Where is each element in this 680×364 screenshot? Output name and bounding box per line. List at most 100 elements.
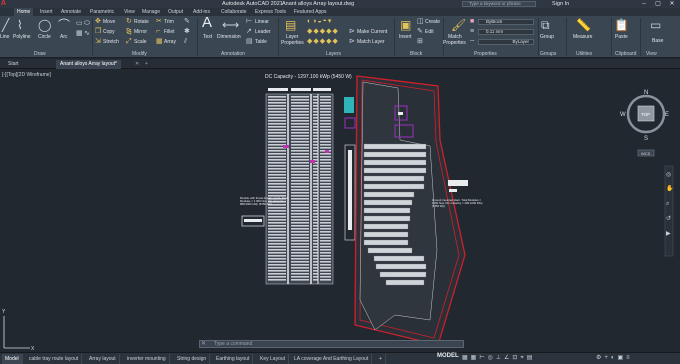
inverter-marker xyxy=(283,145,289,148)
panel-row xyxy=(320,225,331,227)
panel-row xyxy=(320,162,331,164)
panel-row xyxy=(268,228,286,230)
model-space-status[interactable]: MODEL xyxy=(437,353,459,359)
panel-row xyxy=(313,204,318,206)
panel-row xyxy=(291,213,309,215)
panel-row xyxy=(313,231,318,233)
panel-row xyxy=(268,180,286,182)
layout-tab-cable-tray[interactable]: cable tray route layout xyxy=(26,354,83,364)
panel-row xyxy=(291,180,309,182)
viewcube[interactable]: TOP N S E W WCS xyxy=(620,90,669,157)
layout-tab-model[interactable]: Model xyxy=(2,354,23,364)
viewcube-south[interactable]: S xyxy=(644,136,648,142)
panel-row xyxy=(291,186,309,188)
panel-row xyxy=(363,239,409,246)
panel-row xyxy=(291,150,309,152)
panel-row xyxy=(291,243,309,245)
left-note[interactable]: Module with threat details, stand. Total… xyxy=(240,197,288,207)
panel-row xyxy=(291,114,309,116)
panel-row xyxy=(291,123,309,125)
viewcube-east[interactable]: E xyxy=(665,112,669,118)
panel-row xyxy=(268,168,286,170)
layout-tab-inverter[interactable]: inverter mounting xyxy=(124,354,170,364)
layout-tab-key[interactable]: Key Layout xyxy=(257,354,290,364)
panel-row xyxy=(363,183,425,190)
panel-row xyxy=(313,111,318,113)
orbit-icon[interactable]: ↺ xyxy=(666,215,671,222)
narrow-column-fill xyxy=(348,150,352,230)
panel-row xyxy=(313,240,318,242)
panel-row xyxy=(363,207,411,214)
panel-row xyxy=(320,165,331,167)
panel-row xyxy=(320,228,331,230)
capacity-title[interactable]: DC Capacity - 1297.100 kWp (5450 W) xyxy=(265,74,352,80)
panel-row xyxy=(291,198,309,200)
panel-row xyxy=(291,237,309,239)
panel-row xyxy=(268,162,286,164)
layout-tab-earthing[interactable]: Earthing layout xyxy=(213,354,254,364)
layout-tab-la-coverage[interactable]: LA coverage And Earthing Layout xyxy=(291,354,373,364)
panel-row xyxy=(320,96,331,98)
panel-row xyxy=(363,159,427,166)
panel-row xyxy=(313,264,318,266)
panel-row xyxy=(268,246,286,248)
left-array-header-2 xyxy=(291,88,311,91)
panel-row xyxy=(268,114,286,116)
panel-row xyxy=(320,273,331,275)
command-input[interactable]: Type a command xyxy=(214,341,252,347)
panel-row xyxy=(268,156,286,158)
purple-box xyxy=(344,117,356,129)
navigation-bar[interactable]: ◎ ✋ ⌕ ↺ ▶ xyxy=(664,165,673,257)
panel-row xyxy=(313,195,318,197)
legend-box-left-fill xyxy=(244,219,262,222)
panel-row xyxy=(375,263,427,270)
panel-row xyxy=(268,132,286,134)
panel-row xyxy=(291,255,309,257)
panel-row xyxy=(313,234,318,236)
panel-row xyxy=(313,222,318,224)
panel-row xyxy=(268,234,286,236)
viewcube-north[interactable]: N xyxy=(644,90,648,96)
command-line[interactable]: Type a command xyxy=(199,340,464,348)
panel-row xyxy=(268,126,286,128)
panel-row xyxy=(268,189,286,191)
panel-row xyxy=(313,108,318,110)
inverter-marker xyxy=(325,150,329,153)
close-command-icon[interactable]: ✕ xyxy=(201,340,206,347)
pan-icon[interactable]: ✋ xyxy=(666,184,673,192)
panel-row xyxy=(268,120,286,122)
viewcube-west[interactable]: W xyxy=(620,112,626,118)
right-note[interactable]: Ground mounted plant. Total Modules = 12… xyxy=(432,199,484,209)
panel-row xyxy=(291,129,309,131)
panel-row xyxy=(313,120,318,122)
status-bar-right-icons[interactable]: ⚙+◐▣≡ xyxy=(596,354,633,361)
panel-row xyxy=(320,141,331,143)
status-bar-toggles[interactable]: ▦▦⊢◎⊥∠⊡⌖▤ xyxy=(462,354,535,362)
panel-row xyxy=(268,273,286,275)
panel-row xyxy=(291,240,309,242)
panel-row xyxy=(268,135,286,137)
panel-row xyxy=(268,219,286,221)
panel-row xyxy=(320,183,331,185)
layout-tab-string[interactable]: String design xyxy=(174,354,211,364)
panel-row xyxy=(268,138,286,140)
layout-tab-array[interactable]: Array layout xyxy=(86,354,120,364)
panel-row xyxy=(268,258,286,260)
drawing-svg: DC Capacity - 1297.100 kWp (5450 W) Modu… xyxy=(2,74,673,352)
showmotion-icon[interactable]: ▶ xyxy=(666,231,671,237)
panel-row xyxy=(268,159,286,161)
zoom-extents-icon[interactable]: ⌕ xyxy=(666,201,669,207)
panel-row xyxy=(313,102,318,104)
panel-row xyxy=(320,153,331,155)
add-layout-icon[interactable]: + xyxy=(376,354,386,364)
steering-wheel-icon[interactable]: ◎ xyxy=(666,172,671,178)
panel-row xyxy=(320,261,331,263)
panel-row xyxy=(291,189,309,191)
panel-row xyxy=(313,192,318,194)
panel-row xyxy=(291,222,309,224)
panel-row xyxy=(320,264,331,266)
panel-row xyxy=(291,132,309,134)
wcs-label[interactable]: WCS xyxy=(641,151,651,156)
panel-row xyxy=(291,276,309,278)
panel-row xyxy=(313,219,318,221)
